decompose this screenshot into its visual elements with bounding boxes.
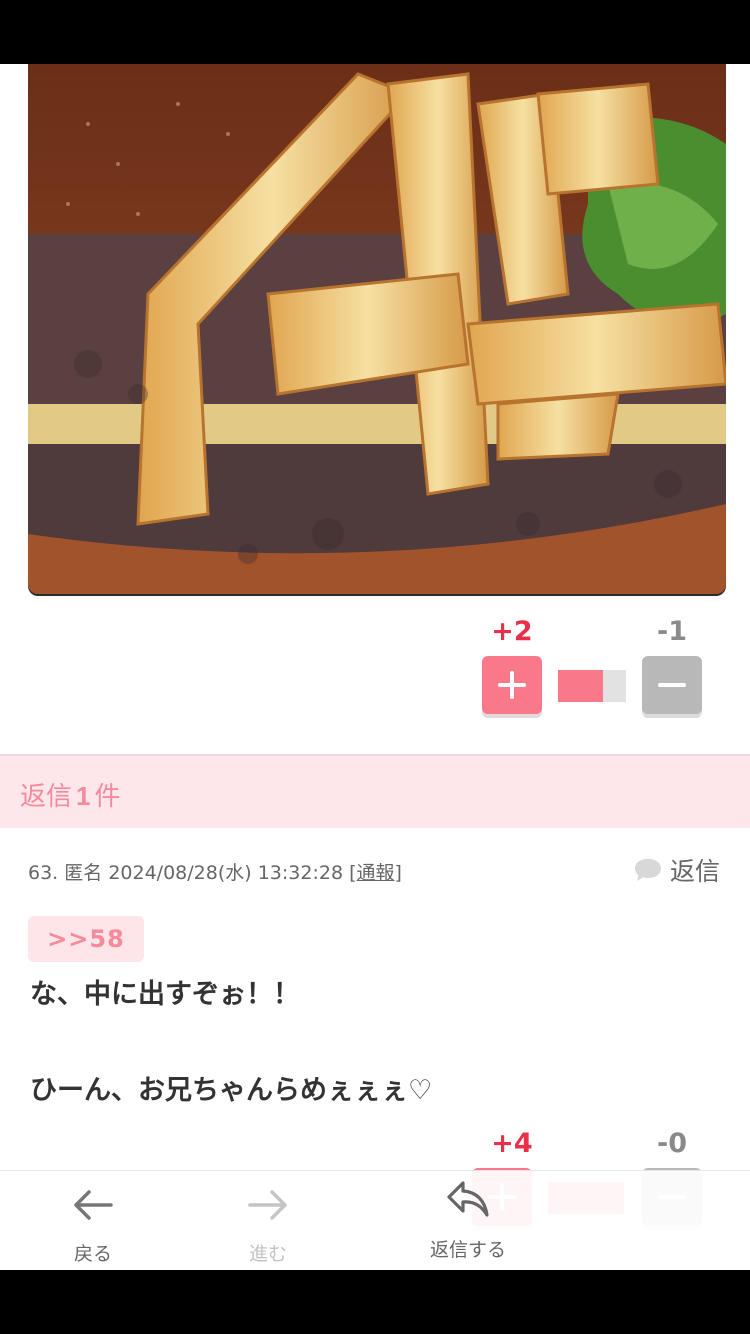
plus-count: +2: [491, 616, 533, 647]
bottom-nav: 戻る 進む 返信する: [0, 1170, 750, 1270]
anchor-link[interactable]: >>58: [28, 916, 144, 962]
burger-photo: [28, 64, 726, 594]
post-image[interactable]: [28, 64, 726, 594]
comment-line-2: ひーん、お兄ちゃんらめぇぇぇ♡: [30, 1075, 433, 1106]
comment-author: 匿名: [64, 862, 103, 884]
plus-count: +4: [491, 1128, 533, 1159]
minus-button[interactable]: [642, 656, 702, 714]
comment-datetime: 2024/08/28(水) 13:32:28: [108, 862, 344, 884]
comment-line-1: な、中に出すぞぉ！！: [30, 979, 300, 1010]
nav-back-button[interactable]: 戻る: [33, 1171, 153, 1270]
reply-label: 返信: [669, 857, 720, 886]
nav-reply-label: 返信する: [429, 1239, 506, 1261]
arrow-right-icon: [248, 1190, 287, 1220]
reply-button[interactable]: 返信: [634, 852, 720, 888]
vote-ratio-fill: [558, 670, 604, 702]
replies-header: 返信 1 件: [0, 754, 750, 828]
replies-count-label: 返信 1 件: [20, 781, 121, 811]
post-vote-panel: +2 -1: [480, 616, 704, 716]
plus-button[interactable]: [482, 656, 542, 714]
arrow-left-icon: [74, 1190, 113, 1220]
report-link[interactable]: 通報: [357, 862, 395, 884]
screen: +2 -1 返信 1 件 63. 匿名 2024/08/28(水) 13:32:28…: [0, 64, 750, 1270]
vote-ratio-bar: [558, 670, 626, 702]
speech-bubble-icon: [634, 859, 661, 881]
minus-count: -0: [657, 1128, 687, 1159]
nav-forward-label: 進む: [248, 1243, 287, 1265]
nav-back-label: 戻る: [73, 1243, 112, 1265]
comment-number: 63.: [28, 862, 59, 884]
comment-meta: 63. 匿名 2024/08/28(水) 13:32:28 [通報]: [28, 862, 402, 884]
nav-forward-button[interactable]: 進む: [208, 1171, 328, 1270]
reply-arrow-icon: [447, 1181, 489, 1217]
minus-count: -1: [657, 616, 687, 647]
nav-reply-button[interactable]: 返信する: [408, 1171, 528, 1270]
